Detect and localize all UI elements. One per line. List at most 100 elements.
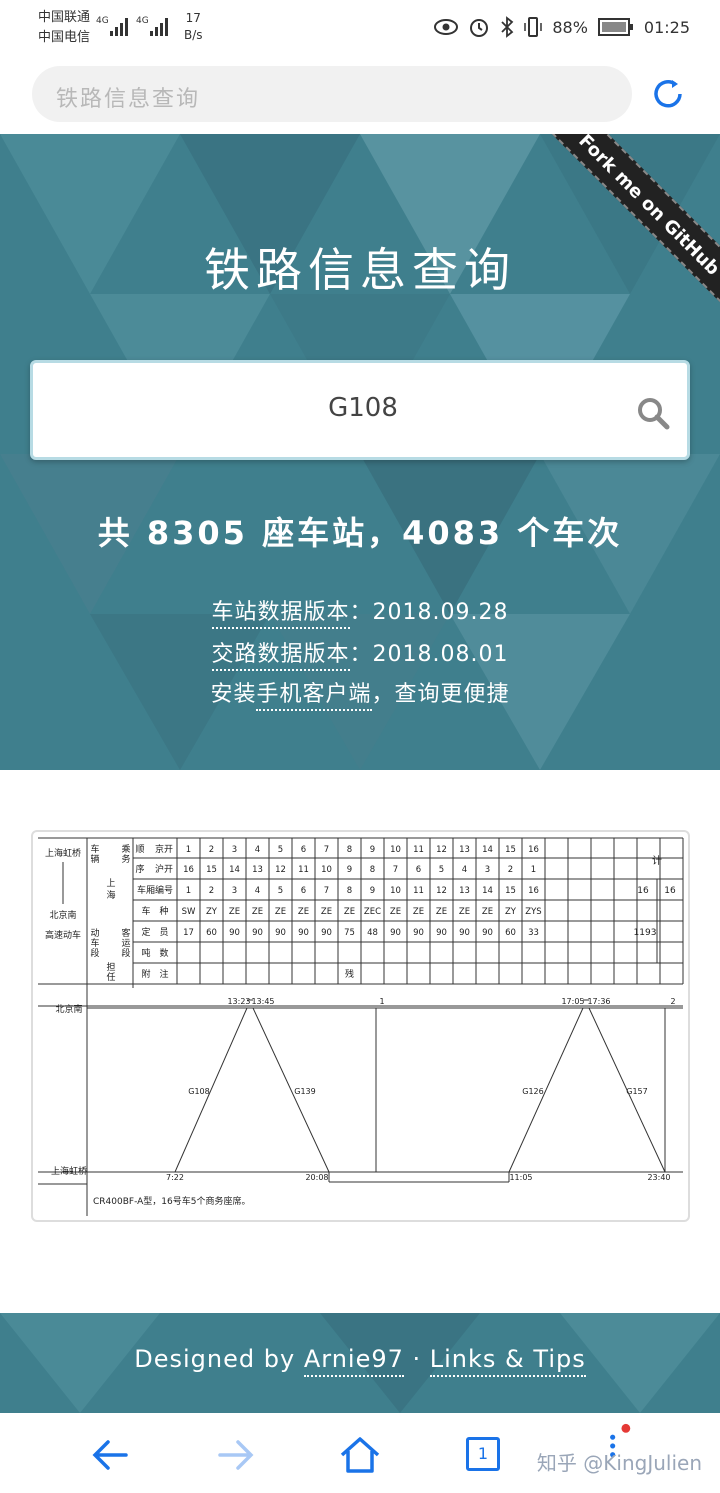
jingkai-cell: 15 [505,845,516,855]
jingkai-cell: 5 [278,845,283,855]
capacity-cell: 90 [436,928,447,938]
label-carno: 车厢编号 [137,884,173,896]
capacity-cell: 90 [459,928,470,938]
jingkai-cell: 12 [436,845,447,855]
net-speed-value: 17 [185,11,201,25]
label-depot-3: 段 [90,947,99,959]
reload-icon[interactable] [650,76,686,112]
search-input[interactable]: G108 [33,393,693,423]
hukai-cell: 1 [531,865,536,875]
route-top-label: 上海虹桥 [45,847,81,859]
time-t2: 13:45 [251,997,274,1006]
back-arrow-icon[interactable] [88,1433,132,1477]
capacity-cell: 90 [413,928,424,938]
train-search-box[interactable]: G108 [30,360,690,460]
jingkai-cell: 4 [255,845,260,855]
car-type-cell: ZYS [525,907,541,917]
car-number-cell: 5 [278,886,283,896]
svg-text:4G: 4G [136,16,149,26]
bluetooth-icon [501,16,514,38]
station-version-link[interactable]: 车站数据版本 [211,600,350,629]
label-passenger-2: 运 [121,938,130,949]
car-type-cell: ZE [390,907,401,917]
vibrate-icon [524,17,543,37]
turn-2-label: 2 [670,997,675,1006]
car-number-cell: 2 [209,886,214,896]
tabs-button[interactable]: 1 [466,1437,500,1471]
jingkai-cell: 9 [370,845,375,855]
capacity-cell: 90 [482,928,493,938]
station-train-stats: 共 8305 座车站，4083 个车次 [97,514,623,552]
car-number-cell: 12 [436,886,447,896]
hukai-cell: 2 [508,865,513,875]
status-bar: 中国联通 中国电信 4G 4G 17 B/s 88% 01:25 [0,0,720,56]
car-type-cell: SW [182,907,196,917]
station-version-value: ：2018.09.28 [349,600,509,625]
hukai-cell: 11 [298,865,309,875]
install-app-link[interactable]: 手机客户端 [256,682,372,711]
car-number-cell: 14 [482,886,493,896]
search-icon[interactable] [635,395,671,431]
alarm-icon [470,19,489,37]
train-line-g157 [588,1007,666,1173]
car-type-cell: ZE [344,907,355,917]
train-line-g126 [508,1007,584,1173]
label-vehicle-2: 辆 [90,853,99,865]
hukai-cell: 13 [252,865,263,875]
train-label-g126: G126 [522,1087,543,1096]
carrier-2: 中国电信 [38,30,91,45]
label-vehicle-1: 车 [90,843,99,855]
net-speed: 17 B/s [184,10,203,44]
home-icon[interactable] [338,1433,382,1477]
jingkai-cell: 1 [186,845,191,855]
operator-label: 高速动车 [45,929,81,941]
car-type-cell: ZE [252,907,263,917]
url-field[interactable]: 铁路信息查询 [32,66,632,122]
hukai-cell: 12 [275,865,286,875]
time-t8: 23:40 [647,1173,670,1182]
car-number-cell: 8 [347,886,352,896]
jingkai-cell: 11 [413,845,424,855]
car-type-cell: ZE [436,907,447,917]
forward-arrow-icon[interactable] [214,1433,258,1477]
label-shanghai-1: 上 [106,878,115,889]
car-type-cell: ZE [459,907,470,917]
jingkai-cell: 14 [482,845,493,855]
hukai-cell: 16 [183,865,194,875]
car-type-cell: ZE [321,907,332,917]
hukai-cell: 5 [439,865,444,875]
car-number-cell: 15 [505,886,516,896]
browser-page: { "status_bar": { "carrier_1": "中国联通", "… [0,0,720,1493]
label-order2: 序 [135,863,144,875]
car-number-cell: 3 [232,886,237,896]
hukai-cell: 9 [347,865,352,875]
capacity-cell: 48 [367,928,378,938]
label-note: 附 注 [141,968,168,980]
label-depot-1: 动 [90,928,99,939]
links-tips-link[interactable]: Links & Tips [429,1345,586,1377]
battery-icon [597,18,633,36]
label-capacity: 定 员 [141,926,168,938]
station-version: 车站数据版本：2018.09.28 [0,594,720,629]
tab-count: 1 [477,1444,489,1463]
time-t4: 20:08 [305,1173,328,1182]
route-version-value: ：2018.08.01 [349,642,509,667]
hukai-cell: 7 [393,865,398,875]
jingkai-cell: 10 [390,845,401,855]
hukai-cell: 10 [321,865,332,875]
hero-section: Fork me on GitHub 铁路信息查询 G108 共 8305 座车站… [0,134,720,770]
author-link[interactable]: Arnie97 [303,1345,404,1377]
car-number-cell: 9 [370,886,375,896]
label-depot-2: 车 [90,937,99,949]
capacity-cell: 90 [390,928,401,938]
label-crew-2: 务 [121,853,130,865]
label-crew-1: 乘 [121,843,130,855]
capacity-cell: 90 [298,928,309,938]
turn-1-label: 1 [379,997,384,1006]
install-prefix: 安装 [210,682,257,707]
capacity-cell: 33 [528,928,539,938]
hukai-cell: 3 [485,865,490,875]
time-t7: 11:05 [509,1173,532,1182]
car-type-cell: ZY [505,907,517,917]
route-version-link[interactable]: 交路数据版本 [211,642,350,671]
